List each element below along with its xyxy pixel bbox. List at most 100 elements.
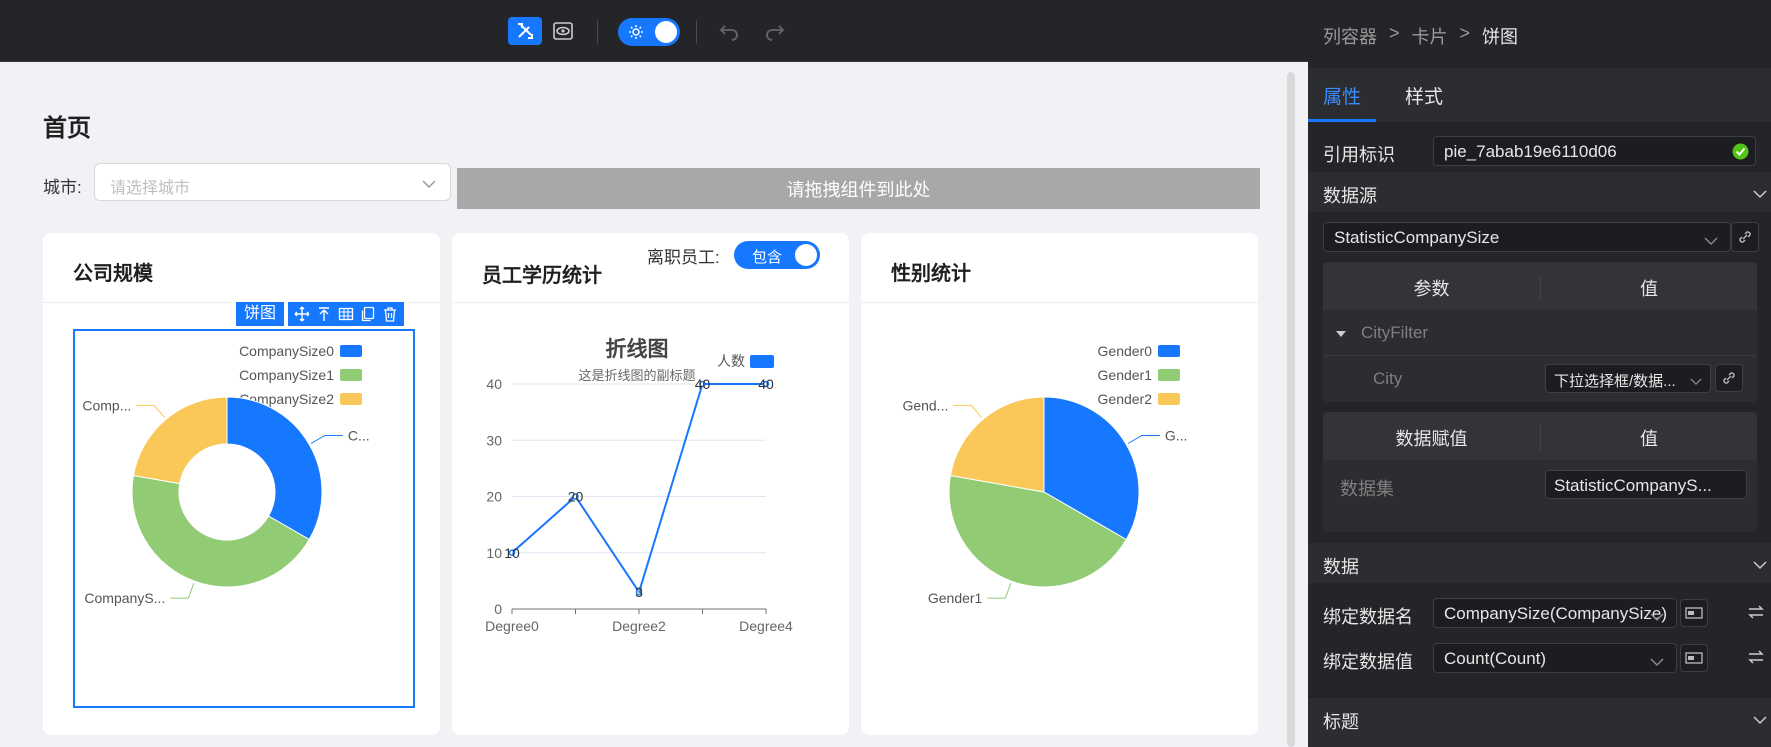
chevron-down-icon	[1753, 186, 1767, 204]
param-link-icon[interactable]	[1715, 364, 1743, 392]
panel-tabs: 属性 样式	[1308, 68, 1771, 122]
design-tools-icon[interactable]	[508, 17, 542, 45]
legend-swatch	[1158, 369, 1180, 381]
resigned-switch-label: 离职员工:	[647, 248, 720, 267]
switch-text: 包含	[752, 249, 783, 266]
swap-icon[interactable]	[1747, 648, 1765, 671]
table-row: 数据集 StatisticCompanyS...	[1323, 460, 1757, 512]
slice-label: G...	[1165, 428, 1188, 444]
selected-component-outline[interactable]	[73, 329, 415, 708]
card-body: Gender0 Gender1 Gender2 G... Gender1 Gend...	[861, 304, 1258, 735]
switch-knob	[795, 244, 817, 266]
city-label: 城市:	[43, 178, 82, 197]
breadcrumb-sep: >	[1459, 23, 1471, 43]
slice-label: Gender1	[928, 590, 983, 606]
drop-zone[interactable]: 请拖拽组件到此处	[457, 168, 1260, 209]
delete-icon[interactable]	[382, 306, 398, 322]
bind-value-value: Count(Count)	[1444, 649, 1547, 668]
theme-toggle[interactable]	[618, 18, 680, 46]
breadcrumb-item[interactable]: 卡片	[1412, 23, 1448, 49]
resigned-switch[interactable]: 包含	[734, 241, 820, 269]
active-tab-indicator	[1308, 119, 1376, 122]
field-input-icon[interactable]	[1680, 644, 1708, 672]
check-circle-icon	[1732, 143, 1749, 165]
table-row: City 下拉选择框/数据...	[1323, 356, 1757, 402]
legend-swatch	[1158, 393, 1180, 405]
table-icon[interactable]	[338, 306, 354, 322]
move-top-icon[interactable]	[316, 306, 332, 322]
table-header: 参数 值	[1323, 262, 1757, 310]
chevron-down-icon	[1690, 373, 1702, 390]
section-title: 数据源	[1323, 186, 1377, 206]
chevron-down-icon	[1650, 652, 1664, 672]
legend-label: Gender0	[1098, 343, 1153, 359]
section-data[interactable]: 数据	[1308, 543, 1771, 583]
bind-name-select[interactable]: CompanySize(CompanySize)	[1433, 598, 1677, 628]
tab-style[interactable]: 样式	[1405, 82, 1443, 109]
toggle-knob	[655, 21, 677, 43]
chevron-down-icon	[422, 176, 436, 194]
ref-input[interactable]: pie_7abab19e6110d06	[1433, 136, 1756, 166]
page-title: 首页	[43, 115, 91, 142]
pie-chart[interactable]: Gender0 Gender1 Gender2 G... Gender1 Gend...	[861, 304, 1258, 735]
y-tick-label: 40	[486, 376, 502, 392]
chart-subtitle: 这是折线图的副标题	[578, 368, 695, 383]
column-header: 值	[1540, 425, 1757, 451]
card-education[interactable]: 员工学历统计 离职员工: 包含 折线图 这是折线图的副标题 人数 0 10 20 30 40 D…	[452, 233, 849, 735]
selection-tools	[288, 302, 405, 326]
tab-properties[interactable]: 属性	[1323, 82, 1361, 109]
chart-title: 折线图	[606, 337, 669, 361]
ref-label: 引用标识	[1323, 145, 1395, 165]
copy-icon[interactable]	[360, 306, 376, 322]
y-tick-label: 30	[486, 432, 502, 448]
preview-eye-icon[interactable]	[546, 17, 580, 45]
assign-value-select[interactable]: StatisticCompanyS...	[1545, 470, 1747, 499]
breadcrumb-item[interactable]: 列容器	[1323, 23, 1377, 49]
data-label: 20	[568, 489, 584, 505]
label-line	[1127, 435, 1160, 444]
column-header: 参数	[1413, 279, 1450, 299]
x-tick-label: Degree2	[612, 618, 666, 634]
data-label: 3	[635, 584, 643, 600]
bind-name-label: 绑定数据名	[1323, 607, 1413, 627]
line-chart[interactable]: 折线图这是折线图的副标题 人数 0 10 20 30 40 Degree0 Degree2 Deg…	[452, 304, 849, 735]
link-icon[interactable]	[1731, 222, 1759, 252]
swap-icon[interactable]	[1747, 603, 1765, 626]
chevron-down-icon	[1753, 712, 1767, 730]
series-line	[511, 383, 766, 595]
param-value-select[interactable]: 下拉选择框/数据...	[1545, 364, 1711, 393]
section-title: 标题	[1323, 712, 1359, 732]
redo-icon[interactable]	[758, 17, 792, 45]
chevron-down-icon	[1704, 231, 1718, 251]
data-label: 40	[695, 376, 711, 392]
move-icon[interactable]	[294, 306, 310, 322]
caret-down-icon[interactable]	[1335, 326, 1347, 344]
label-line	[953, 404, 983, 419]
card-header: 公司规模	[43, 233, 440, 303]
ref-value: pie_7abab19e6110d06	[1444, 142, 1617, 161]
param-name: City	[1373, 369, 1403, 388]
card-title: 员工学历统计	[482, 265, 602, 287]
data-label: 40	[758, 376, 774, 392]
table-row[interactable]: CityFilter	[1323, 310, 1757, 356]
city-placeholder: 请选择城市	[110, 180, 191, 197]
legend-label: Gender2	[1098, 391, 1153, 407]
card-gender[interactable]: 性别统计 Gender0 Gender1 Gender2 G... Gender1 Gen…	[861, 233, 1258, 735]
assign-table: 数据赋值 值 数据集 StatisticCompanyS...	[1323, 412, 1757, 532]
toolbar-divider	[696, 20, 697, 44]
legend-swatch	[1158, 345, 1180, 357]
slice-label: Gend...	[902, 397, 948, 413]
breadcrumb-sep: >	[1389, 23, 1400, 43]
bind-value-select[interactable]: Count(Count)	[1433, 643, 1677, 673]
section-datasource[interactable]: 数据源	[1308, 172, 1771, 212]
toolbar-divider	[597, 20, 598, 44]
top-toolbar	[0, 0, 1308, 62]
undo-icon[interactable]	[712, 17, 746, 45]
field-input-icon[interactable]	[1680, 599, 1708, 627]
datasource-select[interactable]: StatisticCompanySize	[1323, 222, 1731, 252]
datasource-value: StatisticCompanySize	[1334, 228, 1500, 247]
canvas-scrollbar[interactable]	[1287, 72, 1295, 747]
param-table: 参数 值 CityFilter City 下拉选择框/数据...	[1323, 262, 1757, 402]
section-title-settings[interactable]: 标题	[1308, 698, 1771, 747]
city-select[interactable]: 请选择城市	[94, 163, 451, 201]
